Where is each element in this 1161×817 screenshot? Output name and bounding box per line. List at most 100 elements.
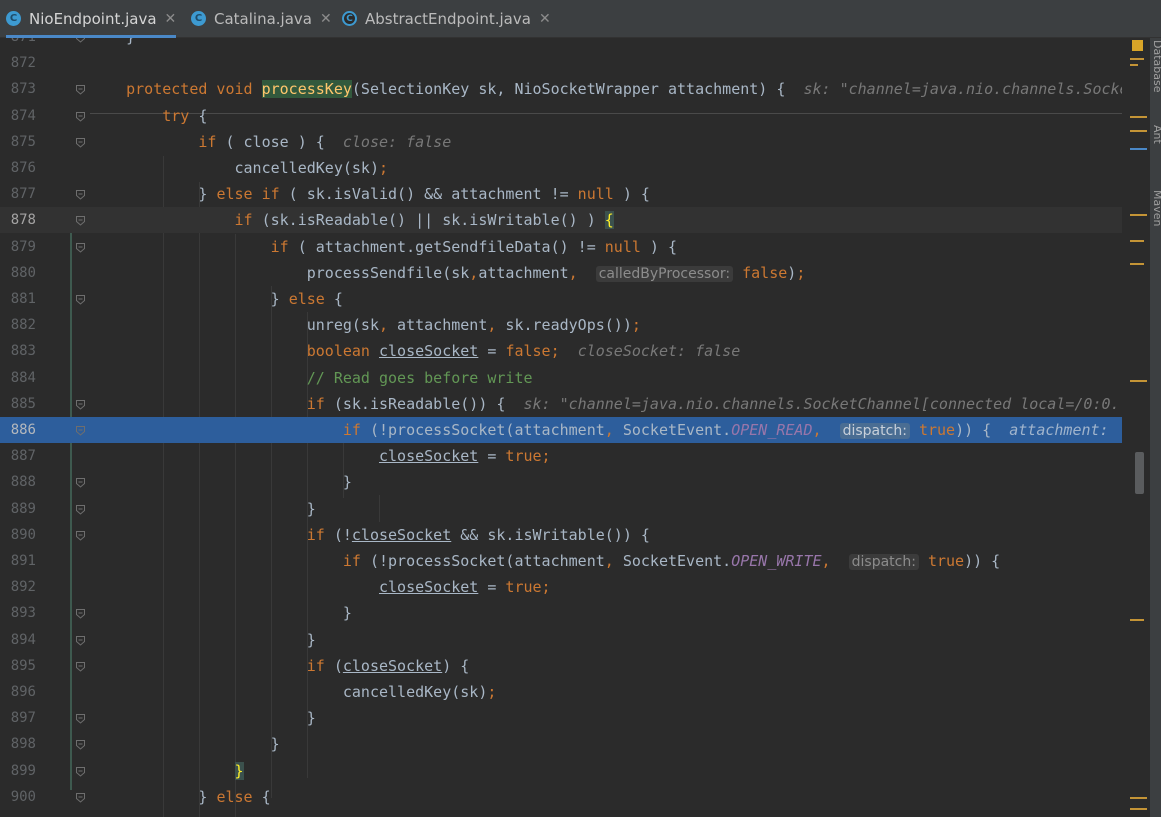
line-number[interactable]: 893: [0, 600, 36, 626]
code-line[interactable]: 878 if (sk.isReadable() || sk.isWritable…: [0, 207, 1122, 234]
code-line[interactable]: 892 closeSocket = true;: [0, 574, 1122, 600]
fold-marker-icon[interactable]: [75, 608, 86, 620]
code-line[interactable]: 897 }: [0, 705, 1122, 731]
line-number[interactable]: 886: [0, 417, 36, 443]
code-text[interactable]: }: [90, 758, 244, 784]
code-text[interactable]: }: [90, 496, 316, 522]
code-text[interactable]: processSendfile(sk,attachment, calledByP…: [90, 260, 805, 287]
vertical-scrollbar[interactable]: [1135, 452, 1144, 494]
code-line[interactable]: 896 cancelledKey(sk);: [0, 679, 1122, 705]
code-text[interactable]: }: [90, 469, 352, 495]
code-text[interactable]: protected void processKey(SelectionKey s…: [90, 76, 1122, 102]
line-number[interactable]: 885: [0, 391, 36, 417]
stripe-mark[interactable]: [1130, 214, 1147, 216]
code-line[interactable]: 900 } else {: [0, 784, 1122, 810]
fold-marker-icon[interactable]: [75, 661, 86, 672]
stripe-mark[interactable]: [1130, 64, 1138, 66]
close-icon[interactable]: ✕: [165, 11, 177, 27]
ant-tool-button[interactable]: Ant: [1151, 125, 1161, 144]
code-text[interactable]: if (sk.isReadable()) { sk: "channel=java…: [90, 391, 1120, 417]
line-number[interactable]: 880: [0, 260, 36, 286]
code-line[interactable]: 874 try {: [0, 103, 1122, 129]
code-line[interactable]: 883 boolean closeSocket = false; closeSo…: [0, 338, 1122, 364]
line-number[interactable]: 898: [0, 731, 36, 757]
line-number[interactable]: 897: [0, 705, 36, 731]
stripe-mark[interactable]: [1130, 148, 1147, 150]
line-number[interactable]: 900: [0, 784, 36, 810]
code-text[interactable]: closeSocket = true;: [90, 443, 551, 469]
code-text[interactable]: if (!processSocket(attachment, SocketEve…: [90, 417, 1118, 444]
code-line[interactable]: 898 }: [0, 731, 1122, 757]
code-line[interactable]: 885 if (sk.isReadable()) { sk: "channel=…: [0, 391, 1122, 417]
line-number[interactable]: 889: [0, 496, 36, 522]
line-number[interactable]: 896: [0, 679, 36, 705]
line-number[interactable]: 891: [0, 548, 36, 574]
line-number[interactable]: 881: [0, 286, 36, 312]
line-number[interactable]: 874: [0, 103, 36, 129]
stripe-mark[interactable]: [1130, 263, 1144, 265]
code-line[interactable]: 886 if (!processSocket(attachment, Socke…: [0, 417, 1122, 443]
code-line[interactable]: 890 if (!closeSocket && sk.isWritable())…: [0, 522, 1122, 548]
stripe-mark[interactable]: [1130, 116, 1147, 118]
tab-nioendpoint[interactable]: C NioEndpoint.java ✕: [6, 0, 177, 38]
code-text[interactable]: try {: [90, 103, 207, 129]
code-text[interactable]: }: [90, 38, 135, 50]
code-line[interactable]: 873 protected void processKey(SelectionK…: [0, 76, 1122, 102]
stripe-mark[interactable]: [1130, 797, 1147, 799]
code-line[interactable]: 891 if (!processSocket(attachment, Socke…: [0, 548, 1122, 574]
line-number[interactable]: 890: [0, 522, 36, 548]
fold-marker-icon[interactable]: [75, 84, 86, 96]
code-line[interactable]: 877 } else if ( sk.isValid() && attachme…: [0, 181, 1122, 207]
line-number[interactable]: 892: [0, 574, 36, 600]
fold-marker-icon[interactable]: [75, 739, 86, 751]
line-number[interactable]: 878: [0, 207, 36, 233]
fold-marker-icon[interactable]: [75, 792, 86, 803]
code-text[interactable]: }: [90, 705, 316, 731]
close-icon[interactable]: ✕: [539, 11, 551, 27]
code-text[interactable]: boolean closeSocket = false; closeSocket…: [90, 338, 741, 364]
fold-marker-icon[interactable]: [75, 215, 86, 227]
fold-marker-icon[interactable]: [75, 189, 86, 200]
code-text[interactable]: if ( close ) { close: false: [90, 129, 451, 155]
code-line[interactable]: 872: [0, 50, 1122, 76]
code-text[interactable]: // Read goes before write: [90, 365, 533, 391]
line-number[interactable]: 873: [0, 76, 36, 102]
code-line[interactable]: 880 processSendfile(sk,attachment, calle…: [0, 260, 1122, 286]
code-text[interactable]: unreg(sk, attachment, sk.readyOps());: [90, 312, 641, 338]
fold-marker-icon[interactable]: [75, 766, 86, 777]
line-number[interactable]: 883: [0, 338, 36, 364]
code-text[interactable]: } else if ( sk.isValid() && attachment !…: [90, 181, 650, 207]
code-line[interactable]: 876 cancelledKey(sk);: [0, 155, 1122, 181]
code-text[interactable]: } else {: [90, 784, 270, 810]
code-line[interactable]: 882 unreg(sk, attachment, sk.readyOps())…: [0, 312, 1122, 338]
code-line[interactable]: 879 if ( attachment.getSendfileData() !=…: [0, 234, 1122, 260]
code-text[interactable]: }: [90, 731, 280, 757]
code-text[interactable]: closeSocket = true;: [90, 574, 551, 600]
fold-marker-icon[interactable]: [75, 399, 86, 410]
code-line[interactable]: 887 closeSocket = true;: [0, 443, 1122, 469]
code-line[interactable]: 888 }: [0, 469, 1122, 495]
fold-marker-icon[interactable]: [75, 477, 86, 489]
line-number[interactable]: 888: [0, 469, 36, 495]
code-editor[interactable]: 871 }872873 protected void processKey(Se…: [0, 38, 1122, 817]
code-line[interactable]: 881 } else {: [0, 286, 1122, 312]
close-icon[interactable]: ✕: [320, 11, 332, 27]
code-text[interactable]: if ( attachment.getSendfileData() != nul…: [90, 234, 677, 260]
fold-marker-icon[interactable]: [75, 425, 86, 436]
code-line[interactable]: 871 }: [0, 38, 1122, 50]
code-line[interactable]: 894 }: [0, 627, 1122, 653]
maven-tool-button[interactable]: Maven: [1151, 190, 1161, 226]
tab-catalina[interactable]: C Catalina.java ✕: [191, 0, 332, 37]
line-number[interactable]: 894: [0, 627, 36, 653]
warning-indicator-icon[interactable]: [1132, 40, 1143, 51]
fold-marker-icon[interactable]: [75, 111, 86, 122]
code-text[interactable]: }: [90, 627, 316, 653]
code-line[interactable]: 884 // Read goes before write: [0, 365, 1122, 391]
line-number[interactable]: 884: [0, 365, 36, 391]
database-tool-button[interactable]: Database: [1151, 40, 1161, 93]
fold-marker-icon[interactable]: [75, 38, 86, 43]
fold-marker-icon[interactable]: [75, 242, 86, 253]
code-text[interactable]: if (closeSocket) {: [90, 653, 470, 679]
line-number[interactable]: 882: [0, 312, 36, 338]
line-number[interactable]: 899: [0, 758, 36, 784]
